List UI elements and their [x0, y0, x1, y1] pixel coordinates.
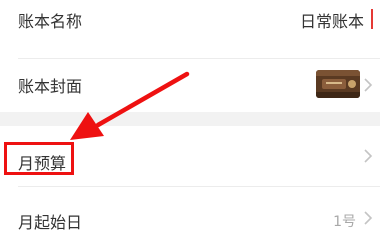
month-start-day-row[interactable]: 月起始日 1号 — [0, 187, 380, 246]
ledger-cover-label: 账本封面 — [18, 77, 83, 96]
text-caret — [371, 9, 373, 29]
ledger-name-value[interactable]: 日常账本 — [300, 8, 364, 32]
chevron-right-icon — [364, 149, 373, 163]
ledger-name-label: 账本名称 — [18, 12, 83, 31]
book-cover-thumbnail[interactable] — [316, 70, 360, 98]
ledger-name-row[interactable]: 账本名称 日常账本 — [0, 0, 380, 58]
annotation-highlight-box — [4, 142, 74, 175]
chevron-right-icon — [364, 78, 373, 92]
month-start-day-value: 1号 — [333, 214, 356, 230]
section-separator — [0, 112, 380, 126]
chevron-right-icon — [364, 211, 373, 225]
month-start-day-label: 月起始日 — [18, 213, 83, 232]
